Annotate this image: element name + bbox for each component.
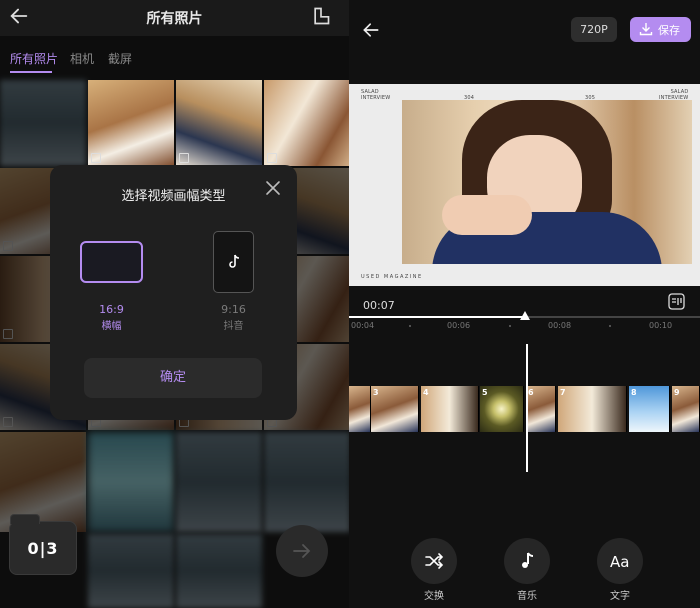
progress-fill <box>349 316 525 318</box>
music-label: 音乐 <box>517 591 537 602</box>
clip-number: 8 <box>631 388 637 397</box>
clip-number: 9 <box>674 388 680 397</box>
music-note-icon <box>522 552 534 568</box>
text-aa-icon: Aa <box>610 553 629 571</box>
timeline-clip[interactable]: 7 <box>558 386 627 432</box>
clip-number: 7 <box>560 388 566 397</box>
preview-photo <box>402 100 692 264</box>
dialog-title: 选择视频画幅类型 <box>121 189 226 204</box>
ratio-option-9-16[interactable] <box>213 231 254 293</box>
ratio-option-16-9[interactable] <box>80 241 143 283</box>
clip-number: 3 <box>373 388 379 397</box>
layout-toggle-icon[interactable] <box>311 6 331 26</box>
video-preview[interactable]: SALAD INTERVIEW 304 305 SALAD INTERVIEW … <box>349 84 700 286</box>
swap-button[interactable] <box>411 538 457 584</box>
close-icon[interactable] <box>265 180 281 196</box>
swap-label: 交换 <box>424 591 444 602</box>
aspect-ratio-dialog: 选择视频画幅类型 16:9 横幅 9:16 抖音 确定 <box>50 165 297 420</box>
video-editor-panel: 720P 保存 SALAD INTERVIEW 304 305 SALAD IN… <box>349 0 700 608</box>
select-checkbox[interactable] <box>91 153 101 163</box>
photo-thumbnail[interactable] <box>264 80 349 166</box>
picker-title: 所有照片 <box>146 11 203 27</box>
timeline-clip[interactable]: 5 <box>480 386 524 432</box>
ratio-16-9-value: 16:9 <box>99 303 124 316</box>
magazine-text-bottom: USED MAGAZINE <box>361 274 423 280</box>
timeline-clip[interactable]: 9 <box>672 386 700 432</box>
tiktok-icon <box>229 254 240 268</box>
picker-header: 所有照片 <box>0 0 349 36</box>
photo-picker-panel: 所有照片 所有照片 相机 截屏 选择视频画幅类型 16:9 横幅 9:16 抖音… <box>0 0 349 608</box>
ruler-tick: 00:06 <box>447 321 471 330</box>
magazine-text-left: SALAD INTERVIEW <box>361 89 391 101</box>
clip-number: 5 <box>482 388 488 397</box>
ruler-tick: 00:04 <box>351 321 375 330</box>
shuffle-icon <box>425 553 444 569</box>
clip-number: 4 <box>423 388 429 397</box>
tab-camera[interactable]: 相机 <box>70 50 94 67</box>
selection-count: 0|3 <box>27 539 59 558</box>
ruler-dot <box>509 325 511 327</box>
ratio-9-16-label: 抖音 <box>223 321 244 332</box>
select-checkbox[interactable] <box>179 153 189 163</box>
confirm-button[interactable]: 确定 <box>84 358 262 398</box>
photo-thumbnail[interactable] <box>264 432 349 532</box>
select-checkbox[interactable] <box>3 417 13 427</box>
ratio-9-16-value: 9:16 <box>221 303 246 316</box>
ruler-tick: 00:08 <box>548 321 572 330</box>
arrow-right-icon <box>293 544 311 558</box>
svg-text:Aa: Aa <box>610 553 629 571</box>
save-label: 保存 <box>658 24 680 37</box>
save-button[interactable]: 保存 <box>630 17 691 42</box>
resolution-button[interactable]: 720P <box>571 17 617 42</box>
timeline-clip[interactable]: 8 <box>629 386 670 432</box>
ratio-16-9-label: 横幅 <box>101 321 122 332</box>
next-button[interactable] <box>276 525 328 577</box>
album-tabs: 所有照片 相机 截屏 <box>0 44 349 76</box>
photo-thumbnail[interactable] <box>88 432 174 532</box>
photo-thumbnail[interactable] <box>0 80 86 166</box>
active-tab-indicator <box>10 71 52 73</box>
ruler-tick: 00:10 <box>649 321 673 330</box>
timeline-clip[interactable]: 6 <box>526 386 556 432</box>
download-icon <box>639 23 653 36</box>
ruler-dot <box>609 325 611 327</box>
music-button[interactable] <box>504 538 550 584</box>
select-checkbox[interactable] <box>3 241 13 251</box>
ruler-dot <box>409 325 411 327</box>
tab-all-photos[interactable]: 所有照片 <box>10 50 58 67</box>
timeline-clip[interactable] <box>349 386 371 432</box>
playhead[interactable] <box>526 344 528 472</box>
timeline-clip-strip[interactable]: 3 4 5 6 7 8 9 <box>349 386 700 432</box>
select-checkbox[interactable] <box>267 153 277 163</box>
photo-thumbnail[interactable] <box>176 534 262 608</box>
tab-screenshots[interactable]: 截屏 <box>108 50 132 67</box>
caption-icon[interactable] <box>668 293 685 310</box>
current-time: 00:07 <box>363 299 395 312</box>
back-arrow-icon[interactable] <box>361 20 381 40</box>
text-button[interactable]: Aa <box>597 538 643 584</box>
selection-counter[interactable]: 0|3 <box>9 514 77 575</box>
photo-shape <box>442 195 532 235</box>
clip-number: 6 <box>528 388 534 397</box>
text-label: 文字 <box>610 591 630 602</box>
select-checkbox[interactable] <box>3 329 13 339</box>
timeline-clip[interactable]: 4 <box>421 386 479 432</box>
photo-thumbnail[interactable] <box>176 432 262 532</box>
timeline-clip[interactable]: 3 <box>371 386 419 432</box>
counter-folder-tab <box>10 514 40 524</box>
progress-knob[interactable] <box>519 311 530 320</box>
photo-thumbnail[interactable] <box>176 80 262 166</box>
photo-thumbnail[interactable] <box>88 80 174 166</box>
photo-thumbnail[interactable] <box>88 534 174 608</box>
